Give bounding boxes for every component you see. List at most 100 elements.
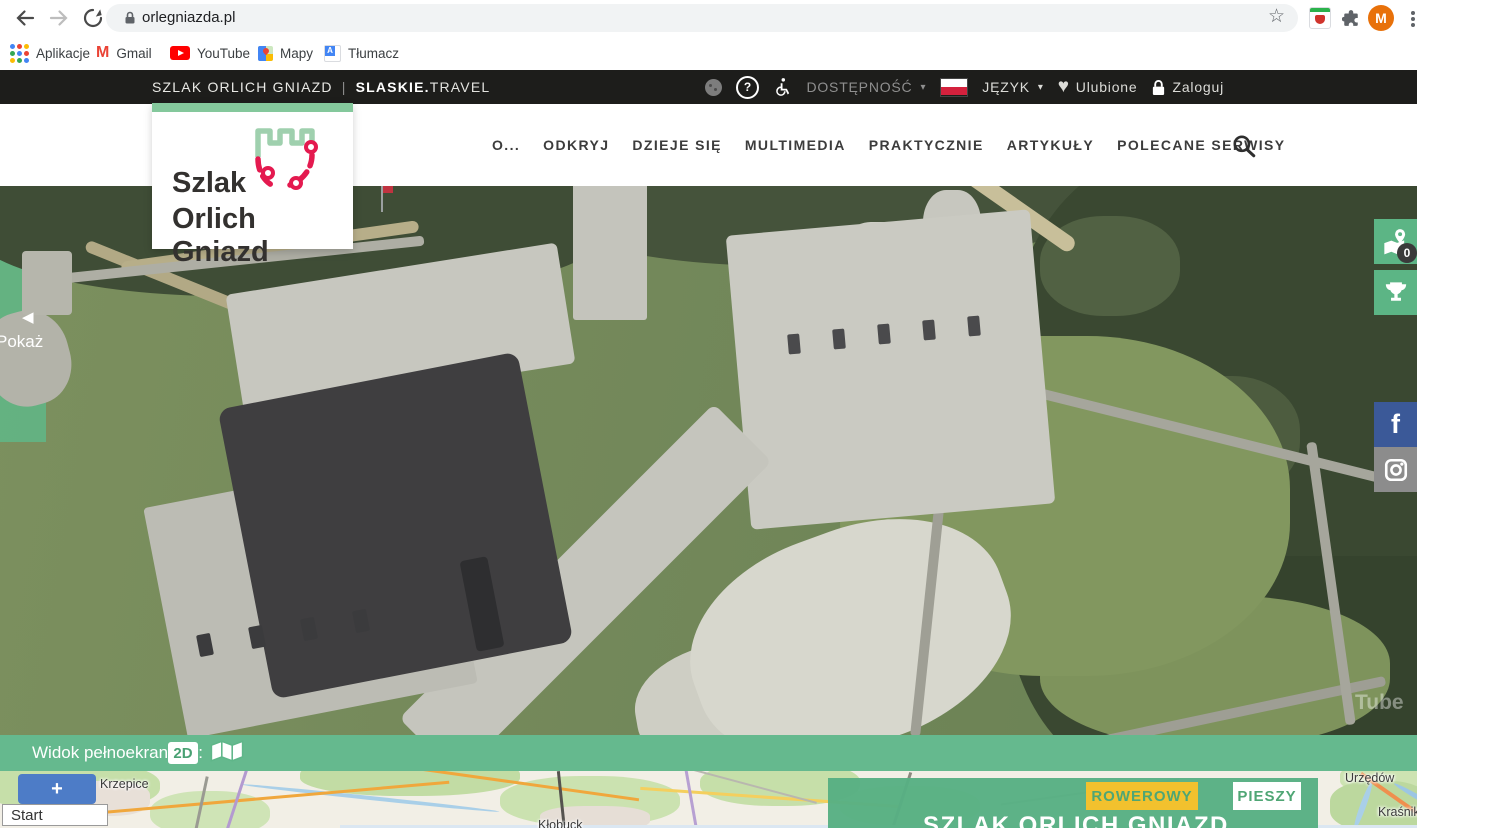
castle-window	[877, 324, 891, 345]
chevron-down-icon: ▾	[920, 82, 926, 93]
video-watermark: Tube	[1355, 691, 1404, 715]
logo-accent-bar	[152, 103, 353, 112]
favorites-link[interactable]: ♥ Ulubione	[1058, 76, 1138, 98]
site-logo[interactable]: Szlak Orlich Gniazd	[152, 103, 353, 249]
bookmark-translate[interactable]: A Tłumacz	[324, 36, 399, 70]
gmail-icon: M	[96, 44, 109, 62]
language-label: JĘZYK	[982, 79, 1030, 95]
accessibility-dropdown[interactable]: DOSTĘPNOŚĆ ▾	[806, 79, 926, 95]
translate-icon: A	[324, 45, 341, 62]
bookmark-label: Gmail	[116, 46, 151, 61]
zoom-in-button[interactable]: +	[18, 774, 96, 804]
rock-outcrop	[0, 302, 81, 416]
castle-window	[922, 320, 936, 341]
bookmark-maps[interactable]: Mapy	[258, 36, 313, 70]
nav-odkryj[interactable]: ODKRYJ	[543, 137, 609, 153]
topbar-menu: ? DOSTĘPNOŚĆ ▾ JĘZYK ▾ ♥ Ulubione	[705, 70, 1224, 104]
map-poi-button[interactable]: 0	[1374, 219, 1417, 264]
bookmark-youtube[interactable]: YouTube	[170, 36, 250, 70]
boundary	[684, 771, 699, 828]
brand-portal-bold[interactable]: SLASKIE.	[356, 79, 430, 95]
avatar[interactable]: M	[1368, 5, 1394, 31]
brand-portal-rest[interactable]: TRAVEL	[430, 79, 491, 95]
show-panel-label: Pokaż	[0, 332, 43, 352]
castle-window	[967, 316, 981, 337]
site-brand[interactable]: SZLAK ORLICH GNIAZD | SLASKIE. TRAVEL	[152, 70, 490, 104]
nav-praktycznie[interactable]: PRAKTYCZNIE	[869, 137, 984, 153]
nav-multimedia[interactable]: MULTIMEDIA	[745, 137, 846, 153]
login-label: Zaloguj	[1172, 79, 1224, 95]
globe-icon[interactable]	[705, 79, 722, 96]
route-panel-title: SZLAK ORLICH GNIAZD	[923, 812, 1223, 828]
map-label-krzepice: Krzepice	[100, 777, 149, 791]
address-bar[interactable]	[106, 4, 1298, 32]
accessibility-icon[interactable]	[773, 78, 792, 97]
fullscreen-view-bar: Widok pełnoekranowy: 2D	[0, 735, 1417, 771]
trophy-button[interactable]	[1374, 270, 1417, 315]
accessibility-label: DOSTĘPNOŚĆ	[806, 79, 912, 95]
castle-window	[832, 329, 846, 350]
bookmark-apps[interactable]: Aplikacje	[10, 36, 90, 70]
bookmark-label: YouTube	[197, 46, 250, 61]
youtube-icon	[170, 46, 190, 60]
walk-route-tab[interactable]: PIESZY	[1233, 782, 1301, 810]
facebook-icon: f	[1391, 409, 1400, 440]
lock-icon[interactable]	[122, 10, 138, 26]
castle-trail-logo-icon	[252, 121, 318, 195]
search-icon[interactable]	[1231, 133, 1257, 159]
nav-artykuly[interactable]: ARTYKUŁY	[1007, 137, 1094, 153]
nav-o[interactable]: O...	[492, 137, 520, 153]
browser-toolbar: orlegniazda.pl ☆ M	[0, 0, 1500, 36]
castle-wall	[726, 209, 1056, 529]
bookmarks-bar: Aplikacje M Gmail YouTube Mapy A Tłumacz	[0, 36, 1500, 70]
route-panel: ROWEROWY PIESZY SZLAK ORLICH GNIAZD	[828, 778, 1318, 828]
nav-polecane-serwisy[interactable]: POLECANE SERWISY	[1117, 137, 1285, 153]
bike-route-tab[interactable]: ROWEROWY	[1086, 782, 1198, 810]
mode-2d-button[interactable]: 2D	[168, 742, 198, 764]
castle-window	[787, 334, 801, 355]
url-text[interactable]: orlegniazda.pl	[142, 4, 235, 32]
apps-grid-icon	[10, 44, 29, 63]
logo-text-line1: Szlak	[172, 167, 246, 200]
help-icon[interactable]: ?	[736, 76, 759, 99]
nav-dzieje-sie[interactable]: DZIEJE SIĘ	[632, 137, 721, 153]
extension-icon[interactable]	[1309, 7, 1331, 29]
browser-window: orlegniazda.pl ☆ M Aplikacje M Gmail You…	[0, 0, 1500, 828]
facebook-button[interactable]: f	[1374, 402, 1417, 447]
map-view-icon[interactable]	[210, 740, 244, 766]
puzzle-icon[interactable]	[1342, 9, 1360, 27]
favorites-label: Ulubione	[1076, 79, 1138, 95]
start-tooltip: Start	[2, 804, 108, 826]
back-icon[interactable]	[14, 7, 36, 29]
brand-left: SZLAK ORLICH GNIAZD	[152, 79, 333, 95]
language-dropdown[interactable]: JĘZYK ▾	[982, 79, 1043, 95]
chevron-down-icon: ▾	[1038, 82, 1044, 93]
main-nav: O... ODKRYJ DZIEJE SIĘ MULTIMEDIA PRAKTY…	[492, 104, 1286, 186]
instagram-icon	[1383, 457, 1409, 483]
forward-icon[interactable]	[48, 7, 70, 29]
collapse-arrow-icon: ◀	[22, 308, 34, 326]
instagram-button[interactable]	[1374, 447, 1417, 492]
flag	[383, 186, 393, 193]
site-topbar: SZLAK ORLICH GNIAZD | SLASKIE. TRAVEL ? …	[0, 70, 1417, 104]
brand-separator: |	[333, 79, 356, 95]
poi-count-badge: 0	[1397, 243, 1417, 263]
heart-icon: ♥	[1058, 76, 1070, 98]
bookmark-label: Aplikacje	[36, 46, 90, 61]
padlock-icon	[1151, 79, 1166, 96]
courtyard	[218, 352, 574, 700]
map-label-klobuck: Kłobuck	[538, 818, 582, 828]
map-label-krasnik: Kraśnik	[1378, 805, 1417, 819]
castle-tower	[22, 251, 72, 315]
castle-tower	[573, 186, 647, 320]
browser-menu-icon[interactable]	[1411, 9, 1415, 29]
bookmark-gmail[interactable]: M Gmail	[96, 36, 152, 70]
polish-flag-icon[interactable]	[940, 78, 968, 97]
bookmark-star-icon[interactable]: ☆	[1268, 5, 1285, 28]
login-link[interactable]: Zaloguj	[1151, 79, 1224, 96]
maps-icon	[258, 46, 273, 61]
bookmark-label: Mapy	[280, 46, 313, 61]
refresh-icon[interactable]	[82, 7, 104, 29]
logo-text-line2: Orlich Gniazd	[172, 203, 353, 269]
bookmark-label: Tłumacz	[348, 46, 399, 61]
